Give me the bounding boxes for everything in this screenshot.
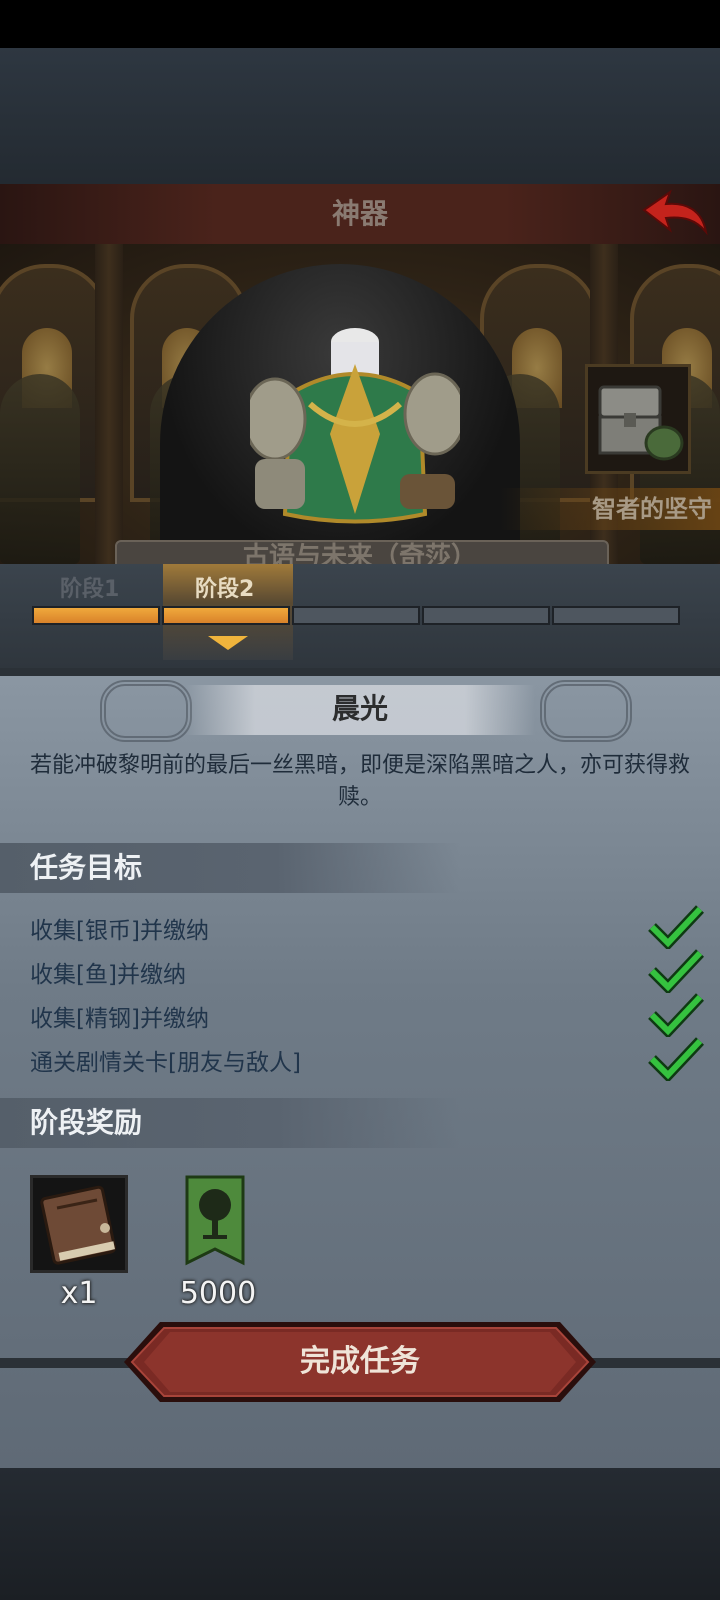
artifact-armor-image (250, 328, 460, 524)
check-icon (648, 1037, 704, 1081)
quest-chest-label: 智者的坚守 (592, 495, 712, 523)
objective-item: 收集[精钢]并缴纳 (30, 1006, 209, 1032)
back-arrow-icon[interactable] (640, 188, 710, 238)
treasure-chest-icon[interactable] (585, 364, 691, 474)
objective-item: 收集[银币]并缴纳 (30, 918, 209, 944)
objectives-heading: 任务目标 (30, 851, 143, 884)
complete-task-label: 完成任务 (300, 1344, 420, 1379)
stage-progress-segment[interactable] (292, 606, 420, 625)
stage-progress-segment[interactable] (552, 606, 680, 625)
tab-stage-1[interactable]: 阶段1 (60, 574, 160, 606)
check-icon (648, 905, 704, 949)
reward-quantity: 5000 (179, 1276, 257, 1311)
book-icon[interactable] (30, 1175, 128, 1273)
check-icon (648, 949, 704, 993)
top-background (0, 48, 720, 184)
artifact-name: 古语与未来（奇莎） (242, 542, 477, 564)
status-bar (0, 0, 720, 48)
objective-item: 收集[鱼]并缴纳 (30, 962, 186, 988)
reward-quantity: x1 (60, 1276, 98, 1311)
stage-progress-segment[interactable] (422, 606, 550, 625)
stage-title: 晨光 (331, 692, 388, 725)
stage-progress-segment[interactable] (32, 606, 160, 625)
bottom-background (0, 1468, 720, 1600)
panel-top-edge (0, 668, 720, 676)
check-icon (648, 993, 704, 1037)
stage-description: 若能冲破黎明前的最后一丝黑暗，即便是深陷黑暗之人，亦可获得救赎。 (30, 753, 691, 810)
objective-item: 通关剧情关卡[朋友与敌人] (30, 1050, 301, 1076)
selected-stage-indicator-icon (208, 636, 248, 650)
tab-stage-2[interactable]: 阶段2 (195, 574, 295, 606)
stage-progress-segment[interactable] (162, 606, 290, 625)
page-title: 神器 (331, 197, 388, 230)
tree-banner-icon[interactable] (185, 1175, 245, 1267)
rewards-heading: 阶段奖励 (30, 1106, 143, 1139)
